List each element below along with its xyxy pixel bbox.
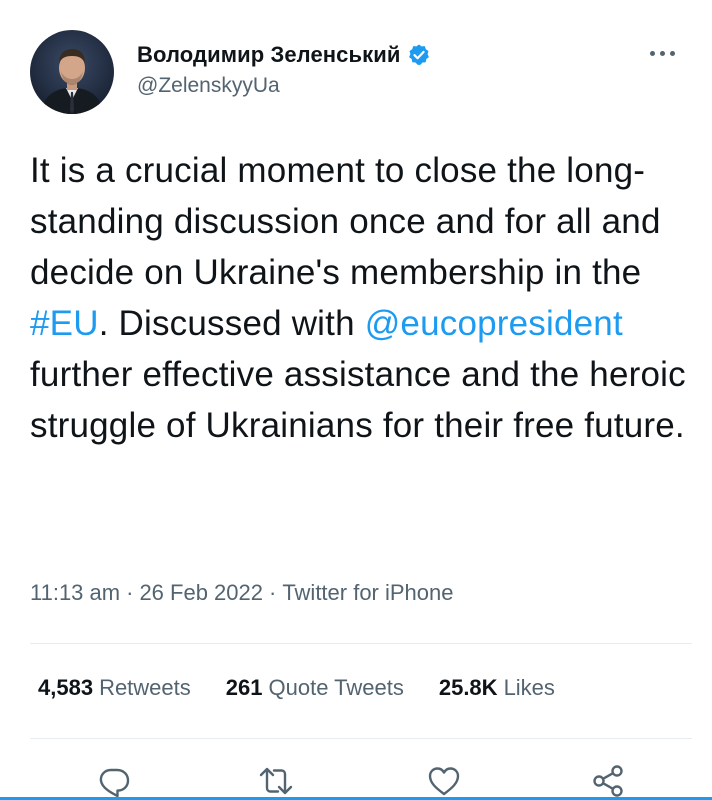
profile-photo-icon — [40, 49, 104, 114]
tweet-meta: 11:13 am · 26 Feb 2022 · Twitter for iPhone — [30, 580, 454, 606]
retweets-count: 4,583 — [38, 675, 94, 700]
mention-link[interactable]: @eucopresident — [365, 304, 623, 343]
likes-stat[interactable]: 25.8K Likes — [439, 675, 555, 701]
meta-separator: · — [268, 580, 277, 605]
meta-separator: · — [126, 580, 134, 605]
tweet-date[interactable]: 26 Feb 2022 — [139, 580, 263, 605]
like-icon[interactable] — [426, 763, 462, 799]
display-name[interactable]: Володимир Зеленський — [137, 42, 401, 68]
divider — [30, 643, 692, 644]
tweet-detail: Володимир Зеленський @ZelenskyyUa It is … — [0, 0, 712, 800]
quote-tweets-label: Quote Tweets — [268, 675, 404, 700]
tweet-source[interactable]: Twitter for iPhone — [282, 580, 453, 605]
tweet-text-segment: further effective assistance and the her… — [30, 355, 686, 445]
reply-icon[interactable] — [96, 763, 132, 799]
tweet-text-segment: . Discussed with — [98, 304, 365, 343]
share-icon[interactable] — [590, 763, 626, 799]
tweet-actions — [0, 755, 712, 800]
avatar[interactable] — [30, 30, 114, 114]
retweets-label: Retweets — [99, 675, 191, 700]
divider — [30, 738, 692, 739]
quote-tweets-stat[interactable]: 261 Quote Tweets — [226, 675, 404, 701]
tweet-time[interactable]: 11:13 am — [30, 580, 120, 605]
likes-count: 25.8K — [438, 675, 498, 700]
tweet-stats: 4,583 Retweets 261 Quote Tweets 25.8K Li… — [38, 675, 590, 701]
user-handle[interactable]: @ZelenskyyUa — [137, 74, 431, 98]
hashtag-link[interactable]: #EU — [30, 304, 99, 343]
retweets-stat[interactable]: 4,583 Retweets — [38, 675, 191, 701]
tweet-header: Володимир Зеленський @ZelenskyyUa — [30, 30, 692, 120]
tweet-text: It is a crucial moment to close the long… — [30, 145, 690, 451]
likes-label: Likes — [503, 675, 555, 700]
more-options-icon[interactable] — [642, 38, 682, 68]
quote-tweets-count: 261 — [225, 675, 263, 700]
retweet-icon[interactable] — [258, 763, 294, 799]
author-names: Володимир Зеленський @ZelenskyyUa — [137, 40, 431, 98]
verified-badge-icon — [407, 43, 431, 67]
display-name-row: Володимир Зеленський — [137, 40, 431, 70]
tweet-text-segment: It is a crucial moment to close the long… — [30, 151, 661, 292]
